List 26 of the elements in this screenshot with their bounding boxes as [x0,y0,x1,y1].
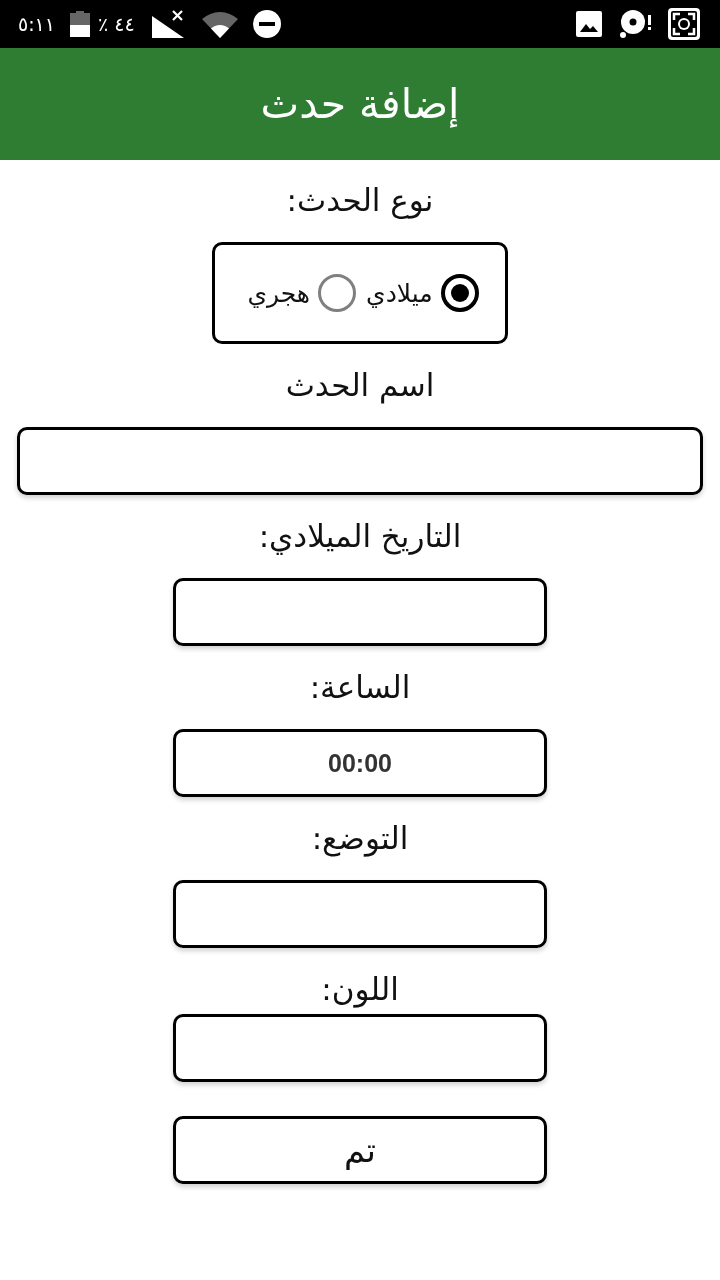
field-label: التوضع: [311,819,409,858]
input-field[interactable] [173,1014,547,1082]
wifi-icon [201,10,238,38]
field-label: التاريخ الميلادي: [258,517,462,556]
battery-icon [70,11,91,37]
input-field[interactable] [173,578,547,646]
input-field[interactable] [173,880,547,948]
field-label: نوع الحدث: [286,181,434,220]
disc-alert-icon [620,10,652,38]
radio-button[interactable] [440,274,479,312]
field-label: اسم الحدث [285,366,435,405]
app-bar-title: إضافة حدث [260,80,460,128]
field-label: اللون: [321,970,399,1009]
radio-button[interactable] [318,274,357,312]
field-label: الساعة: [309,668,411,707]
status-time: ٥:١١ [18,13,56,35]
input-field[interactable]: 00:00 [173,729,547,797]
battery-percent: ٪ ٤٤ [98,13,135,35]
minus-circle-icon [252,10,281,38]
radio-option[interactable]: هجري [247,274,357,312]
input-field[interactable] [17,427,703,495]
screenshot-icon [668,8,700,40]
image-icon [576,11,602,37]
done-button[interactable]: تم [173,1116,547,1184]
signal-icon [151,10,184,38]
radio-option[interactable]: ميلادي [366,274,479,312]
